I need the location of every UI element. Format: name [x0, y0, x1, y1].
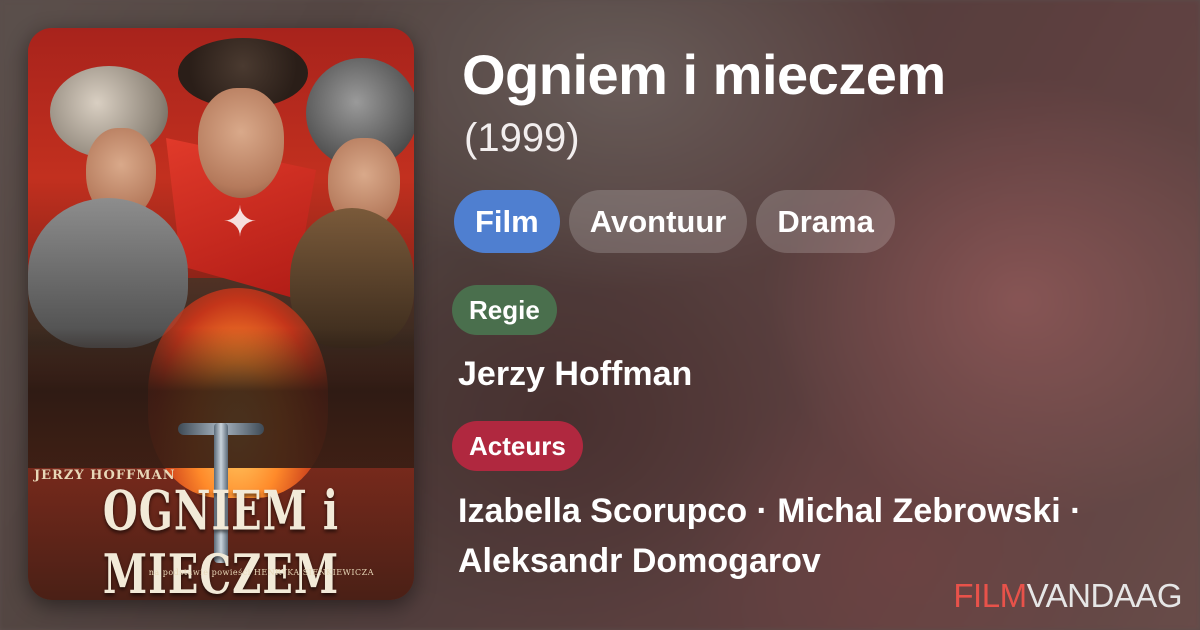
movie-title: Ogniem i mieczem	[462, 43, 946, 106]
genre-chips: Film Avontuur Drama	[454, 190, 895, 253]
actors-list[interactable]: Izabella Scorupco · Michal Zebrowski · A…	[458, 486, 1188, 586]
site-logo[interactable]: FILMVANDAAG	[953, 576, 1182, 616]
genre-chip-film[interactable]: Film	[454, 190, 560, 253]
director-badge: Regie	[452, 285, 557, 335]
actors-badge: Acteurs	[452, 421, 583, 471]
logo-film-text: FILM	[953, 577, 1027, 614]
movie-year: (1999)	[464, 116, 580, 160]
poster-face-center	[198, 88, 284, 198]
actors-line-1: Izabella Scorupco · Michal Zebrowski ·	[458, 492, 1082, 530]
poster-figure-left	[28, 198, 188, 348]
poster-title-text: OGNIEM i MIECZEM	[102, 479, 340, 600]
movie-poster[interactable]: ✦ JERZY HOFFMAN OGNIEM i MIECZEM na pods…	[28, 28, 414, 600]
poster-subtitle-text: na podstawie powieści HENRYKA SIENKIEWIC…	[148, 568, 374, 577]
genre-chip-drama[interactable]: Drama	[756, 190, 895, 253]
eagle-icon: ✦	[222, 198, 258, 245]
logo-vandaag-text: VANDAAG	[1026, 577, 1183, 614]
director-name[interactable]: Jerzy Hoffman	[458, 352, 692, 396]
genre-chip-avontuur[interactable]: Avontuur	[568, 190, 748, 253]
